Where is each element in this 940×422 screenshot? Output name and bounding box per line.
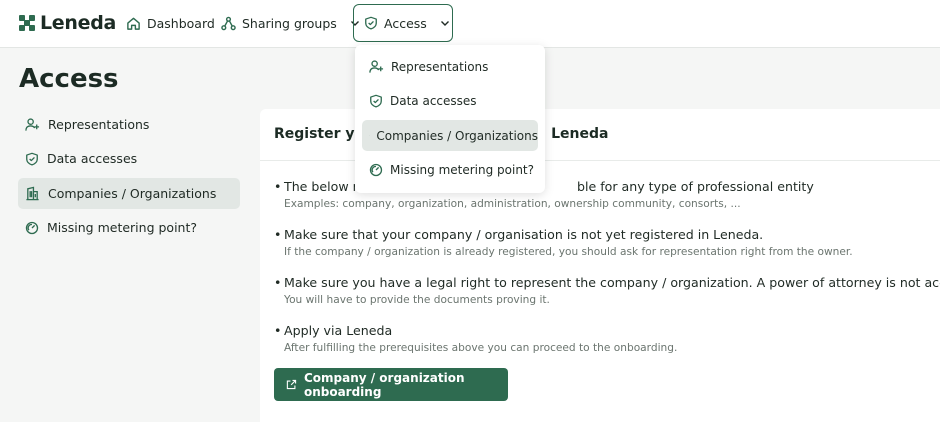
sidebar-item-label: Representations	[48, 117, 150, 132]
sidebar-item-label: Companies / Organizations	[48, 186, 217, 201]
sidebar-item-companies-organizations[interactable]: Companies / Organizations	[18, 178, 240, 209]
shield-check-icon	[370, 94, 382, 108]
nav-sharing-groups[interactable]: Sharing groups	[221, 10, 361, 36]
bullet-subtext: After fulfilling the prerequisites above…	[284, 342, 678, 354]
menu-item-label: Companies / Organizations	[376, 128, 538, 143]
menu-item-data-accesses[interactable]: Data accesses	[362, 86, 538, 117]
page-title: Access	[19, 64, 119, 94]
gauge-icon	[25, 221, 39, 234]
bullet-text: Make sure that your company / organisati…	[284, 227, 764, 242]
bullet-text: The below m	[284, 179, 365, 194]
sidebar-item-representations[interactable]: Representations	[18, 109, 240, 140]
nav-access-label: Access	[384, 15, 427, 31]
home-icon	[127, 17, 140, 30]
sidebar-item-missing-metering-point[interactable]: Missing metering point?	[18, 212, 240, 243]
menu-item-label: Data accesses	[390, 94, 477, 108]
leneda-logo-icon	[19, 15, 35, 31]
external-link-icon	[286, 379, 297, 390]
chevron-down-icon	[440, 21, 449, 26]
nav-sharing-groups-label: Sharing groups	[242, 15, 337, 31]
bullet-subtext: If the company / organization is already…	[284, 246, 853, 258]
shield-check-icon	[365, 16, 377, 30]
bullet-subtext: Examples: company, organization, adminis…	[284, 198, 741, 210]
shield-check-icon	[26, 152, 38, 166]
building-icon	[26, 186, 39, 201]
list-item: • Make sure you have a legal right to rep…	[274, 275, 940, 306]
nav-access[interactable]: Access	[353, 4, 453, 42]
sidebar-item-label: Data accesses	[47, 151, 138, 166]
sidebar-item-data-accesses[interactable]: Data accesses	[18, 143, 240, 174]
leneda-logo[interactable]: Leneda	[18, 12, 116, 34]
bullet-text: Apply via Leneda	[284, 323, 393, 338]
bullet-text: Make sure you have a legal right to repr…	[284, 275, 940, 290]
top-navigation-bar: Leneda Dashboard Sharing groups Access	[0, 0, 940, 48]
card-title-end: Leneda	[551, 126, 609, 142]
list-item: • Make sure that your company / organisat…	[274, 227, 940, 258]
sidebar-item-label: Missing metering point?	[47, 220, 197, 235]
app-name: Leneda	[40, 12, 117, 34]
access-dropdown-menu: Representations Data accesses Companies …	[355, 45, 545, 193]
menu-item-label: Missing metering point?	[390, 163, 534, 177]
menu-item-representations[interactable]: Representations	[362, 51, 538, 82]
bullet-text-end: ble for any type of professional entity	[576, 179, 814, 194]
bullet-subtext: You will have to provide the documents p…	[284, 294, 550, 306]
user-plus-icon	[25, 118, 40, 131]
nav-dashboard-label: Dashboard	[147, 15, 215, 31]
menu-item-companies-organizations[interactable]: Companies / Organizations	[362, 120, 538, 151]
company-onboarding-button[interactable]: Company / organization onboarding	[274, 368, 508, 401]
user-plus-icon	[369, 60, 384, 73]
menu-item-missing-metering-point[interactable]: Missing metering point?	[362, 155, 538, 186]
share-nodes-icon	[221, 16, 236, 30]
menu-item-label: Representations	[391, 59, 489, 74]
gauge-icon	[369, 163, 383, 177]
onboarding-button-label: Company / organization onboarding	[303, 370, 465, 399]
list-item: • Apply via Leneda After fulfilling the p…	[274, 323, 940, 354]
nav-dashboard[interactable]: Dashboard	[126, 10, 215, 36]
